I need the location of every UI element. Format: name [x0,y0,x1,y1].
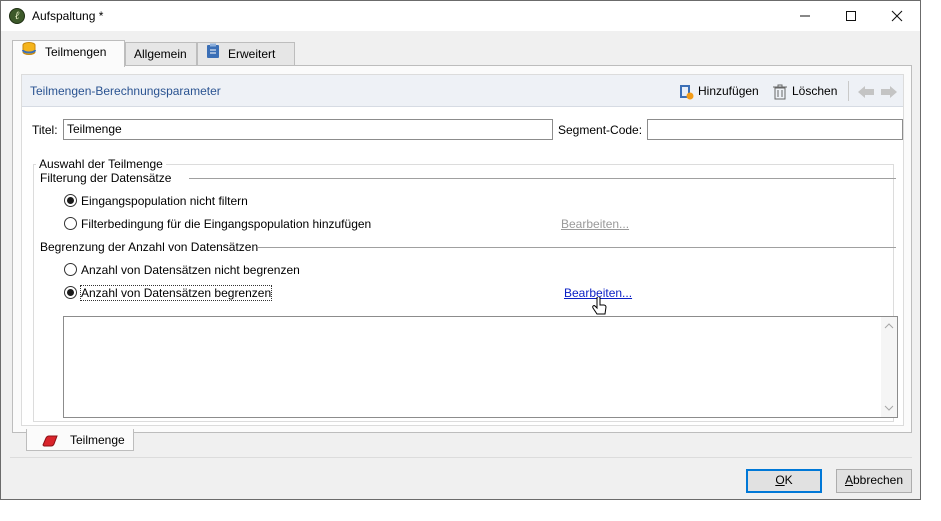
tab-label: Allgemein [134,47,187,61]
limit-heading: Begrenzung der Anzahl von Datensätzen [40,240,259,254]
trash-icon [773,84,787,100]
section-title: Teilmengen-Berechnungsparameter [30,84,221,98]
radio-button[interactable] [64,263,77,277]
title-label: Titel: [32,123,58,137]
arrow-left-icon [858,85,874,98]
ok-hotkey: O [775,473,785,487]
ok-label-rest: K [784,473,793,487]
filter-heading-rule [189,178,896,179]
title-input[interactable]: Teilmenge [63,119,553,140]
radio-label: Anzahl von Datensätzen begrenzen [79,285,273,301]
minimize-button[interactable] [782,1,828,31]
window-title: Aufspaltung * [32,9,104,23]
limit-details-textarea[interactable] [63,316,898,418]
bottom-tab-label: Teilmenge [70,433,125,447]
cancel-hotkey: A [844,473,853,487]
radio-no-filter[interactable]: Eingangspopulation nicht filtern [64,193,248,209]
cancel-label-rest: bbrechen [852,473,904,487]
title-bar: ℓ Aufspaltung * [1,1,920,31]
radio-label: Anzahl von Datensätzen nicht begrenzen [81,263,300,277]
radio-button[interactable] [64,217,77,231]
subset-shape-icon [41,433,59,453]
add-button-label: Hinzufügen [698,84,759,98]
tab-label: Teilmengen [45,45,107,59]
ok-button[interactable]: OK [746,469,822,493]
group-legend: Auswahl der Teilmenge [36,157,166,171]
close-icon [891,10,903,22]
database-icon [21,41,37,64]
radio-label: Filterbedingung für die Eingangspopulati… [81,217,372,231]
add-button[interactable]: Hinzufügen [678,83,759,100]
section-toolbar: Teilmengen-Berechnungsparameter Hinzufüg… [22,75,903,107]
segment-code-input[interactable] [647,119,903,140]
delete-button-label: Löschen [792,84,838,98]
move-left-button[interactable] [857,83,879,99]
segment-code-label: Segment-Code: [558,123,643,137]
limit-heading-rule [258,247,896,248]
vertical-scrollbar[interactable] [881,317,897,417]
delete-button[interactable]: Löschen [772,83,838,100]
clipboard-icon [206,43,220,66]
tab-allgemein[interactable]: Allgemein [125,42,197,66]
app-leaf-icon: ℓ [9,8,25,24]
dialog-window: ℓ Aufspaltung * Teilmengen Allgemein Erw… [0,0,921,500]
footer-divider [10,457,912,458]
maximize-button[interactable] [828,1,874,31]
add-icon [680,84,694,100]
radio-button[interactable] [64,286,77,300]
radio-button[interactable] [64,194,77,208]
subset-bottom-tab[interactable]: Teilmenge [26,429,134,451]
radio-label: Eingangspopulation nicht filtern [81,194,248,208]
maximize-icon [846,11,856,21]
tab-erweitert[interactable]: Erweitert [197,42,295,66]
subset-parameters-panel: Teilmengen-Berechnungsparameter Hinzufüg… [21,74,904,426]
close-button[interactable] [874,1,920,31]
arrow-right-icon [881,85,897,98]
filter-heading: Filterung der Datensätze [40,171,172,185]
tab-panel: Teilmengen-Berechnungsparameter Hinzufüg… [12,65,912,433]
minimize-icon [800,15,810,17]
radio-add-filter[interactable]: Filterbedingung für die Eingangspopulati… [64,216,371,232]
move-right-button[interactable] [880,83,902,99]
scroll-down-icon[interactable] [884,403,894,413]
filter-edit-link[interactable]: Bearbeiten... [561,217,629,231]
scroll-up-icon[interactable] [884,321,894,331]
tab-label: Erweitert [228,47,276,61]
tab-teilmengen[interactable]: Teilmengen [12,40,125,67]
cancel-button[interactable]: Abbrechen [836,469,912,493]
radio-limit[interactable]: Anzahl von Datensätzen begrenzen [64,285,273,301]
radio-no-limit[interactable]: Anzahl von Datensätzen nicht begrenzen [64,262,300,278]
toolbar-separator [848,81,849,101]
